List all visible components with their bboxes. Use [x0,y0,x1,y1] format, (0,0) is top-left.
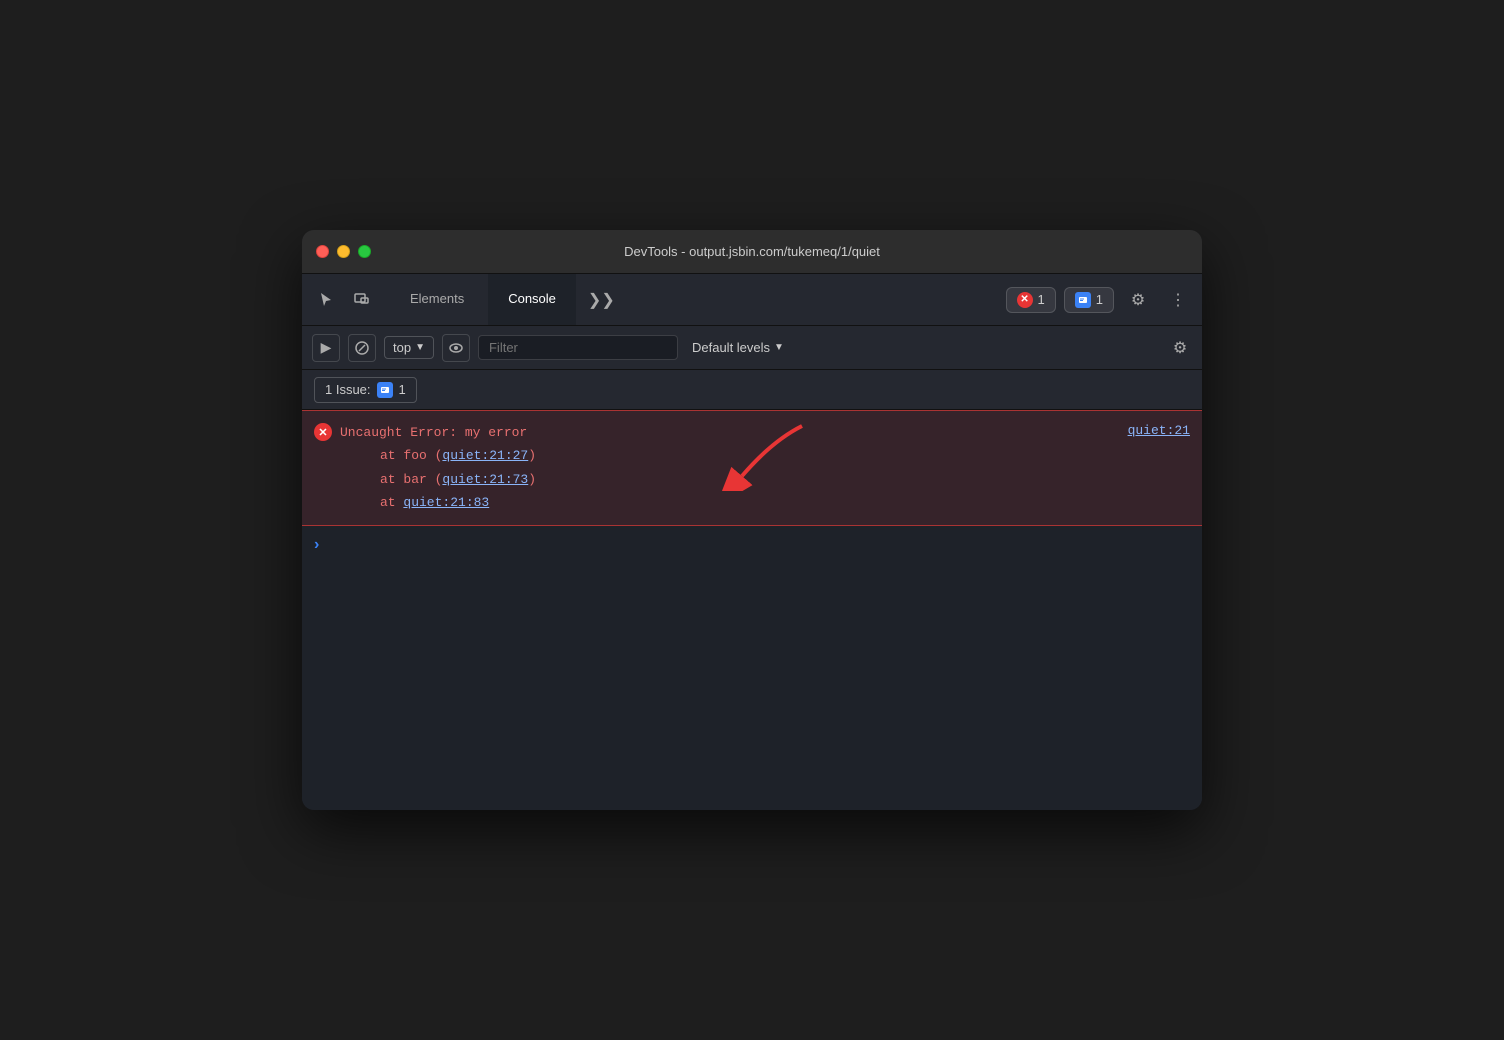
message-badge [1075,292,1091,308]
titlebar: DevTools - output.jsbin.com/tukemeq/1/qu… [302,230,1202,274]
tab-elements[interactable]: Elements [390,274,484,325]
stack-link-1[interactable]: quiet:21:27 [442,448,528,463]
device-icon[interactable] [346,284,378,316]
tab-console[interactable]: Console [488,274,576,325]
clear-icon[interactable] [348,334,376,362]
minimize-button[interactable] [337,245,350,258]
settings-icon[interactable]: ⚙ [1122,284,1154,316]
error-source-link[interactable]: quiet:21 [1128,423,1190,438]
stack-link-3[interactable]: quiet:21:83 [403,495,489,510]
console-settings-icon[interactable]: ⚙ [1168,336,1192,360]
issue-button[interactable]: 1 Issue: 1 [314,377,417,403]
close-button[interactable] [316,245,329,258]
more-options-icon[interactable]: ⋮ [1162,284,1194,316]
error-row: ✕ Uncaught Error: my error at foo (quiet… [302,410,1202,526]
toolbar-right: ✕ 1 1 ⚙ ⋮ [1006,274,1194,325]
error-main-message: Uncaught Error: my error [340,421,536,444]
error-stack-line-3: at quiet:21:83 [340,491,536,514]
context-selector[interactable]: top ▼ [384,336,434,359]
error-stack-line-1: at foo (quiet:21:27) [340,444,536,467]
issue-badge [377,382,393,398]
cursor-prompt: › [302,526,1202,564]
chevron-down-icon: ▼ [415,342,425,353]
toolbar-left [310,274,378,325]
error-content: ✕ Uncaught Error: my error at foo (quiet… [314,421,1128,515]
stack-link-2[interactable]: quiet:21:73 [442,472,528,487]
cursor-icon[interactable] [310,284,342,316]
error-icon: ✕ [314,423,332,441]
window-title: DevTools - output.jsbin.com/tukemeq/1/qu… [624,244,880,259]
more-tabs-button[interactable]: ❯❯ [580,274,623,325]
prompt-symbol: › [314,536,319,554]
run-icon[interactable]: ▶ [312,334,340,362]
console-content: ✕ Uncaught Error: my error at foo (quiet… [302,410,1202,810]
error-text: Uncaught Error: my error at foo (quiet:2… [340,421,536,515]
issue-bar: 1 Issue: 1 [302,370,1202,410]
eye-icon[interactable] [442,334,470,362]
console-toolbar: ▶ top ▼ Default levels ▼ ⚙ [302,326,1202,370]
error-stack-line-2: at bar (quiet:21:73) [340,468,536,491]
message-count-button[interactable]: 1 [1064,287,1114,313]
main-toolbar: Elements Console ❯❯ ✕ 1 1 [302,274,1202,326]
error-count-button[interactable]: ✕ 1 [1006,287,1056,313]
error-badge: ✕ [1017,292,1033,308]
default-levels-button[interactable]: Default levels ▼ [686,337,790,358]
traffic-lights [316,245,371,258]
maximize-button[interactable] [358,245,371,258]
devtools-window: DevTools - output.jsbin.com/tukemeq/1/qu… [302,230,1202,810]
filter-input[interactable] [478,335,678,360]
chevron-down-icon: ▼ [774,342,784,353]
